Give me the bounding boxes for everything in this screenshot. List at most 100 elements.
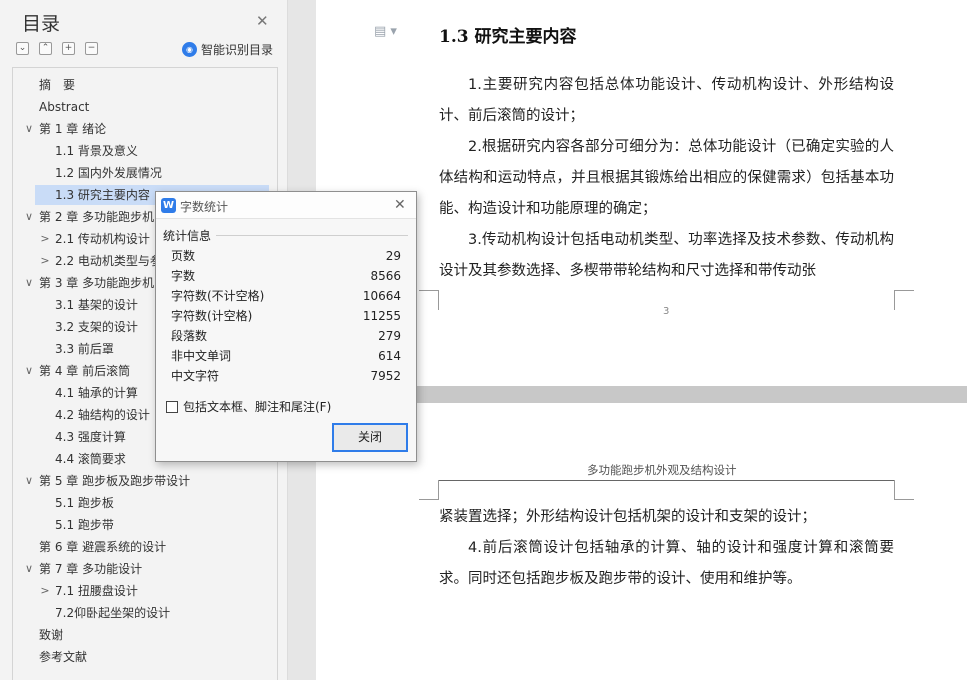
stat-value: 29	[385, 249, 401, 263]
section-heading: 1.3 研究主要内容	[439, 27, 577, 47]
chevron-down-icon[interactable]: ∨	[23, 119, 35, 139]
stats-section-label: 统计信息	[163, 227, 216, 244]
wps-writer-icon: W	[161, 198, 176, 213]
stat-value: 279	[378, 329, 401, 343]
chevron-down-icon[interactable]: ∨	[23, 559, 35, 579]
toc-item[interactable]: 1.2 国内外发展情况	[13, 163, 273, 183]
toc-item-label: 2.1 传动机构设计	[55, 232, 150, 246]
toc-item[interactable]: 致谢	[13, 625, 273, 645]
checkbox-label: 包括文本框、脚注和尾注(F)	[183, 400, 332, 414]
stat-row: 字符数(计空格) 11255	[171, 306, 401, 326]
stat-label: 字数	[171, 269, 196, 283]
toc-item-label: 4.2 轴结构的设计	[55, 408, 150, 422]
toc-item[interactable]: ∨ 第 1 章 绪论	[13, 119, 273, 139]
toc-item-label: 摘 要	[39, 78, 76, 92]
paragraph-1: 1.主要研究内容包括总体功能设计、传动机构设计、外形结构设计、前后滚筒的设计；	[439, 77, 894, 124]
toc-item-label: 1.3 研究主要内容	[55, 188, 150, 202]
toc-item-label: 5.1 跑步带	[55, 518, 114, 532]
toc-item[interactable]: 第 6 章 避震系统的设计	[13, 537, 273, 557]
checkbox-box[interactable]	[166, 400, 178, 413]
toc-item[interactable]: ∨ 第 5 章 跑步板及跑步带设计	[13, 471, 273, 491]
chevron-down-icon[interactable]: ∨	[23, 471, 35, 491]
toc-item-label: 5.1 跑步板	[55, 496, 114, 510]
stat-value: 614	[378, 349, 401, 363]
stat-value: 8566	[370, 269, 401, 283]
crop-mark	[419, 290, 439, 310]
chevron-down-icon[interactable]: ∨	[23, 273, 35, 293]
stat-value: 11255	[362, 309, 401, 323]
close-icon[interactable]: ✕	[394, 197, 406, 213]
stat-row: 字数 8566	[171, 266, 401, 286]
toc-item-label: 1.2 国内外发展情况	[55, 166, 162, 180]
close-button[interactable]: 关闭	[332, 423, 408, 452]
toc-item[interactable]: >7.1 扭腰盘设计	[13, 581, 273, 601]
toc-item[interactable]: 5.1 跑步带	[13, 515, 273, 535]
document-icon[interactable]: ▤ ▾	[374, 24, 397, 39]
toc-item-label: Abstract	[39, 100, 90, 114]
stat-label: 非中文单词	[171, 349, 232, 363]
toc-item-label: 4.3 强度计算	[55, 430, 126, 444]
paragraph-5: 4.前后滚筒设计包括轴承的计算、轴的设计和强度计算和滚筒要求。同时还包括跑步板及…	[439, 540, 894, 587]
dialog-title: 字数统计	[180, 200, 229, 214]
toc-item[interactable]: ∨ 第 7 章 多功能设计	[13, 559, 273, 579]
page-number: 3	[663, 306, 670, 317]
stat-row: 页数 29	[171, 246, 401, 266]
stat-label: 字符数(不计空格)	[171, 289, 265, 303]
toc-item-label: 第 5 章 跑步板及跑步带设计	[39, 474, 191, 488]
add-icon[interactable]: +	[62, 42, 75, 55]
stat-label: 字符数(计空格)	[171, 309, 253, 323]
remove-icon[interactable]: −	[85, 42, 98, 55]
toc-item-label: 致谢	[39, 628, 64, 642]
stat-row: 字符数(不计空格) 10664	[171, 286, 401, 306]
toc-item-label: 参考文献	[39, 650, 88, 664]
smart-toc-label: 智能识别目录	[201, 43, 274, 57]
toc-item-label: 第 4 章 前后滚筒	[39, 364, 131, 378]
include-textbox-checkbox[interactable]: 包括文本框、脚注和尾注(F)	[166, 398, 331, 415]
close-icon[interactable]: ✕	[256, 12, 269, 30]
toc-item-label: 第 7 章 多功能设计	[39, 562, 143, 576]
toc-item-label: 第 2 章 多功能跑步机	[39, 210, 155, 224]
toc-item-label: 4.1 轴承的计算	[55, 386, 138, 400]
toc-item[interactable]: Abstract	[13, 97, 273, 117]
toc-item[interactable]: 1.1 背景及意义	[13, 141, 273, 161]
toc-item[interactable]: 7.2仰卧起坐架的设计	[13, 603, 273, 623]
toc-toolbar: ⌄ ⌃ + −	[16, 42, 98, 56]
toc-item-label: 第 3 章 多功能跑步机	[39, 276, 155, 290]
smart-toc-button[interactable]: ◉ 智能识别目录	[182, 41, 273, 58]
paragraph-3: 3.传动机构设计包括电动机类型、功率选择及技术参数、传动机构设计及其参数选择、多…	[439, 232, 894, 279]
dialog-titlebar[interactable]: W 字数统计 ✕	[156, 192, 416, 219]
toc-item[interactable]: 5.1 跑步板	[13, 493, 273, 513]
stat-label: 段落数	[171, 329, 208, 343]
header-rule	[439, 480, 894, 481]
toc-item-label: 3.2 支架的设计	[55, 320, 138, 334]
paragraph-2: 2.根据研究内容各部分可细分为：总体功能设计（已确定实验的人体结构和运动特点，并…	[439, 139, 894, 217]
toc-item-label: 3.1 基架的设计	[55, 298, 138, 312]
toc-item-label: 7.1 扭腰盘设计	[55, 584, 138, 598]
chevron-down-icon[interactable]: ∨	[23, 207, 35, 227]
toc-item-label: 4.4 滚筒要求	[55, 452, 126, 466]
toc-item[interactable]: 参考文献	[13, 647, 273, 667]
toc-item-label: 2.2 电动机类型与参	[55, 254, 162, 268]
stat-label: 中文字符	[171, 369, 220, 383]
stat-value: 7952	[370, 369, 401, 383]
toc-item-label: 3.3 前后罩	[55, 342, 114, 356]
crop-mark	[894, 480, 914, 500]
stat-row: 中文字符 7952	[171, 366, 401, 386]
chevron-right-icon[interactable]: >	[39, 251, 51, 271]
chevron-right-icon[interactable]: >	[39, 229, 51, 249]
expand-level-icon[interactable]: ⌃	[39, 42, 52, 55]
chevron-down-icon[interactable]: ∨	[23, 361, 35, 381]
toc-item-label: 1.1 背景及意义	[55, 144, 138, 158]
word-count-dialog: W 字数统计 ✕ 统计信息 页数 29 字数 8566 字符数(不计空格) 10664 字符…	[155, 191, 417, 462]
toc-item[interactable]: 摘 要	[13, 75, 273, 95]
paragraph-4: 紧装置选择；外形结构设计包括机架的设计和支架的设计；	[439, 509, 816, 525]
collapse-all-icon[interactable]: ⌄	[16, 42, 29, 55]
running-header: 多功能跑步机外观及结构设计	[587, 463, 737, 477]
toc-item-label: 7.2仰卧起坐架的设计	[55, 606, 171, 620]
smart-recognize-icon: ◉	[182, 42, 197, 57]
toc-item-label: 第 1 章 绪论	[39, 122, 107, 136]
chevron-right-icon[interactable]: >	[39, 581, 51, 601]
crop-mark	[419, 480, 439, 500]
stat-value: 10664	[362, 289, 401, 303]
stat-row: 段落数 279	[171, 326, 401, 346]
